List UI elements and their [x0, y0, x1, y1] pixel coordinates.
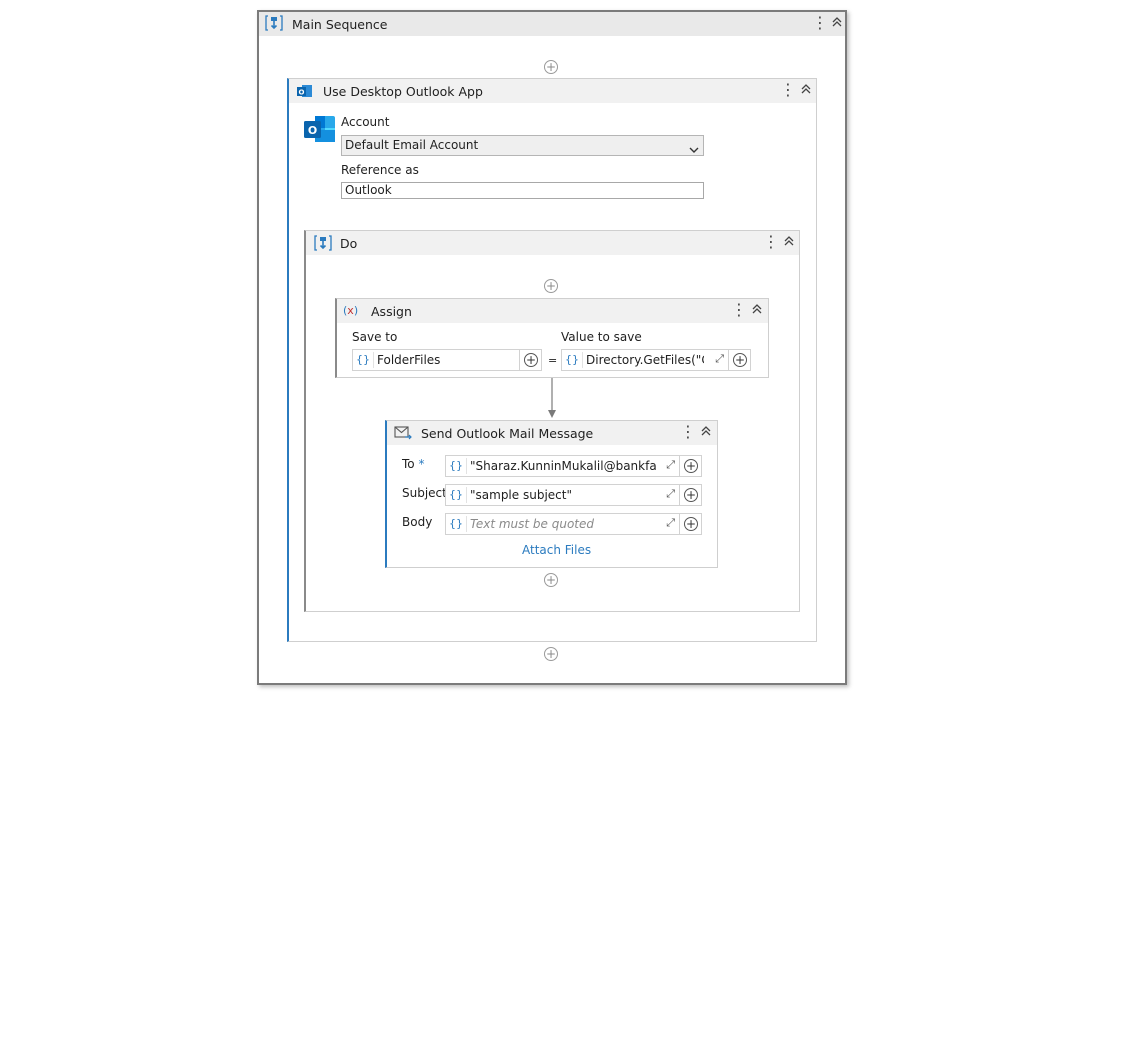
plus-icon: + — [733, 353, 747, 367]
separator — [582, 352, 583, 368]
outlook-scope-title: Use Desktop Outlook App — [323, 84, 483, 99]
outlook-small-icon: O — [297, 84, 313, 101]
value-to-save-input[interactable]: {} Directory.GetFiles("C:\ ⤢ + — [561, 349, 751, 371]
more-options-icon[interactable]: ⋮ — [763, 233, 779, 251]
add-variable-button[interactable]: + — [728, 350, 750, 370]
subject-value: "sample subject" — [470, 488, 572, 502]
expression-icon: {} — [449, 459, 463, 472]
mail-send-icon — [394, 426, 412, 443]
value-to-save-label: Value to save — [561, 330, 642, 344]
expression-icon: {} — [449, 488, 463, 501]
expression-icon: {} — [565, 353, 579, 366]
plus-icon: + — [524, 353, 538, 367]
account-label: Account — [341, 115, 390, 129]
collapse-icon[interactable] — [783, 234, 795, 253]
add-variable-button[interactable]: + — [519, 350, 541, 370]
body-placeholder: Text must be quoted — [470, 517, 595, 531]
add-activity-button[interactable]: + — [544, 279, 558, 293]
more-options-icon[interactable]: ⋮ — [731, 301, 747, 319]
save-to-input[interactable]: {} FolderFiles + — [352, 349, 542, 371]
expression-icon: {} — [449, 517, 463, 530]
add-activity-button[interactable]: + — [544, 573, 558, 587]
equals-sign: = — [548, 354, 558, 367]
plus-icon: + — [684, 517, 698, 531]
body-input[interactable]: {} Text must be quoted ⤢ + — [445, 513, 702, 535]
do-title: Do — [340, 236, 358, 251]
svg-text:O: O — [308, 124, 317, 137]
add-variable-button[interactable]: + — [679, 514, 701, 534]
add-activity-button[interactable]: + — [544, 60, 558, 74]
collapse-icon[interactable] — [751, 302, 763, 321]
more-options-icon[interactable]: ⋮ — [812, 14, 828, 32]
collapse-icon[interactable] — [831, 15, 843, 34]
required-mark: * — [418, 457, 425, 471]
more-options-icon[interactable]: ⋮ — [780, 81, 796, 99]
assign-title: Assign — [371, 304, 412, 319]
outlook-scope-header[interactable]: O Use Desktop Outlook App ⋮ — [289, 79, 816, 103]
main-sequence-title: Main Sequence — [292, 17, 388, 32]
svg-text:O: O — [299, 89, 305, 97]
expand-icon[interactable]: ⤢ — [715, 352, 724, 366]
expand-icon[interactable]: ⤢ — [666, 487, 675, 501]
expand-icon[interactable]: ⤢ — [666, 516, 675, 530]
outlook-icon: O — [304, 114, 336, 147]
body-label: Body — [402, 515, 433, 529]
save-to-value: FolderFiles — [377, 353, 441, 367]
collapse-icon[interactable] — [800, 82, 812, 101]
collapse-icon[interactable] — [700, 424, 712, 443]
reference-label: Reference as — [341, 163, 419, 177]
reference-value: Outlook — [345, 183, 392, 197]
subject-input[interactable]: {} "sample subject" ⤢ + — [445, 484, 702, 506]
attach-files-link[interactable]: Attach Files — [522, 543, 591, 557]
separator — [466, 516, 467, 532]
account-value: Default Email Account — [345, 138, 479, 152]
more-options-icon[interactable]: ⋮ — [680, 423, 696, 441]
separator — [466, 458, 467, 474]
to-label: To * — [402, 457, 424, 471]
account-dropdown[interactable]: Default Email Account — [341, 135, 704, 156]
send-mail-title: Send Outlook Mail Message — [421, 426, 594, 441]
reference-input[interactable]: Outlook — [341, 182, 704, 199]
to-label-text: To — [402, 457, 415, 471]
to-input[interactable]: {} "Sharaz.KunninMukalil@bankfab.cc ⤢ + — [445, 455, 702, 477]
to-value: "Sharaz.KunninMukalil@bankfab.cc — [470, 459, 656, 473]
plus-icon: + — [684, 488, 698, 502]
send-mail-header[interactable]: Send Outlook Mail Message ⋮ — [387, 421, 717, 445]
assign-icon: (x) — [343, 304, 359, 317]
connector-arrow — [546, 378, 558, 423]
value-to-save-value: Directory.GetFiles("C:\ — [586, 353, 704, 367]
main-sequence-header[interactable]: Main Sequence ⋮ — [259, 12, 845, 36]
add-activity-button[interactable]: + — [544, 647, 558, 661]
expand-icon[interactable]: ⤢ — [666, 458, 675, 472]
assign-header[interactable]: (x) Assign ⋮ — [337, 299, 768, 323]
chevron-down-icon — [689, 141, 699, 160]
subject-label: Subject — [402, 486, 447, 500]
expression-icon: {} — [356, 353, 370, 366]
do-header[interactable]: Do ⋮ — [306, 231, 799, 255]
add-variable-button[interactable]: + — [679, 456, 701, 476]
save-to-label: Save to — [352, 330, 398, 344]
plus-icon: + — [684, 459, 698, 473]
sequence-icon — [265, 15, 283, 34]
separator — [466, 487, 467, 503]
separator — [373, 352, 374, 368]
add-variable-button[interactable]: + — [679, 485, 701, 505]
sequence-icon — [314, 235, 332, 254]
